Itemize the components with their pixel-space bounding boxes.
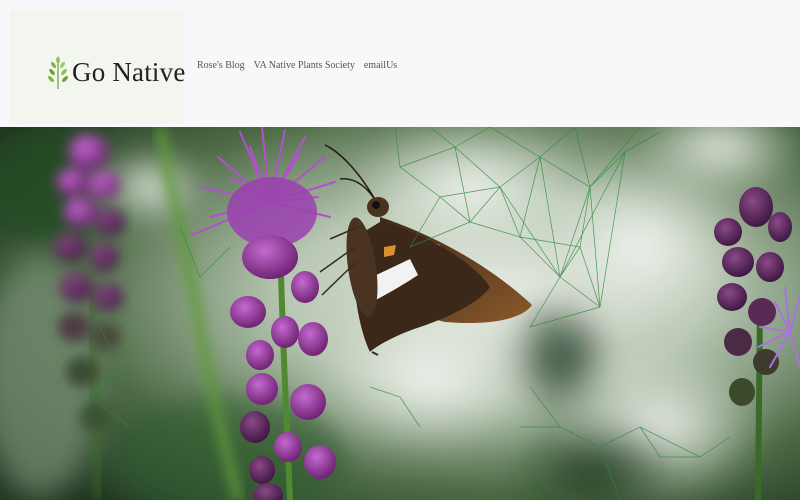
butterfly-on-liatris-photo [0,127,800,500]
nav-link-email-us[interactable]: emailUs [364,60,397,71]
nav-link-va-native-plants-society[interactable]: VA Native Plants Society [254,60,355,71]
site-header: Go Native Rose's Blog VA Native Plants S… [0,0,800,127]
logo-panel[interactable]: Go Native [10,10,186,124]
nav-link-roses-blog[interactable]: Rose's Blog [197,60,245,71]
site-title[interactable]: Go Native [72,54,186,90]
hero-image [0,127,800,500]
sprout-icon [48,56,68,89]
main-nav: Rose's Blog VA Native Plants Society ema… [197,60,397,71]
